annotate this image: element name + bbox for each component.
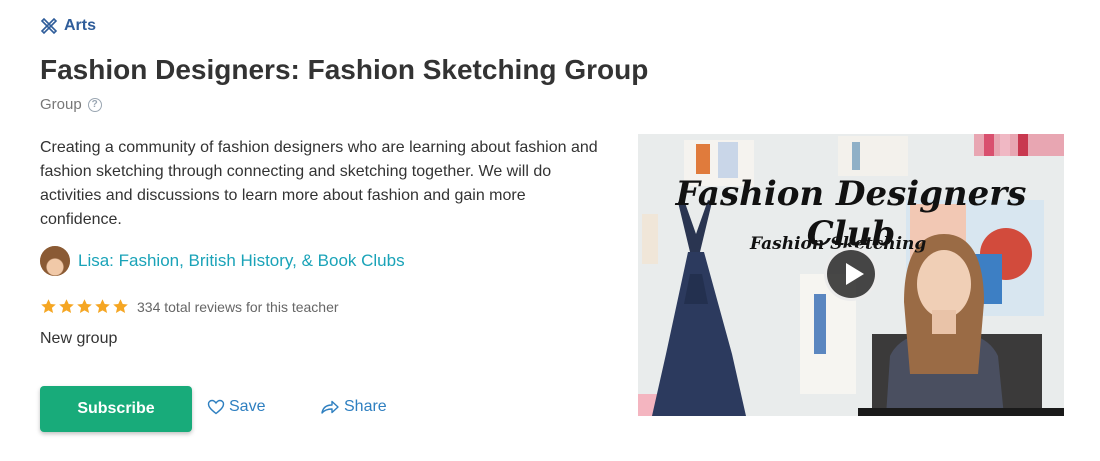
star-icon [41,299,56,313]
share-label: Share [344,398,387,415]
star-rating[interactable] [40,298,129,315]
heart-icon [207,399,225,415]
reviews-row: 334 total reviews for this teacher [40,298,339,315]
category-label: Arts [64,17,97,34]
page-title: Fashion Designers: Fashion Sketching Gro… [40,54,649,85]
pencil-ruler-icon [40,17,58,35]
reviews-count[interactable]: 334 total reviews for this teacher [137,299,339,315]
play-icon[interactable] [824,247,878,301]
teacher-name-link[interactable]: Lisa: Fashion, British History, & Book C… [78,251,405,271]
group-description: Creating a community of fashion designer… [40,139,598,228]
question-circle-icon[interactable]: ? [87,97,102,112]
save-button[interactable]: Save [207,398,265,416]
star-icon [95,299,110,313]
share-arrow-icon [321,400,339,414]
listing-type-label: Group [40,96,82,113]
save-label: Save [229,398,266,415]
star-icon [113,299,128,313]
group-status: New group [40,330,118,347]
share-button[interactable]: Share [320,398,387,416]
category-link[interactable]: Arts [40,16,96,36]
video-preview[interactable]: Fashion Designers Club Fashion Sketching [638,134,1064,416]
star-icon [77,299,92,313]
star-icon [59,299,74,313]
subscribe-button[interactable]: Subscribe [40,386,192,432]
teacher-row: Lisa: Fashion, British History, & Book C… [40,246,405,276]
teacher-avatar[interactable] [40,246,70,276]
listing-type: Group ? [40,96,102,113]
